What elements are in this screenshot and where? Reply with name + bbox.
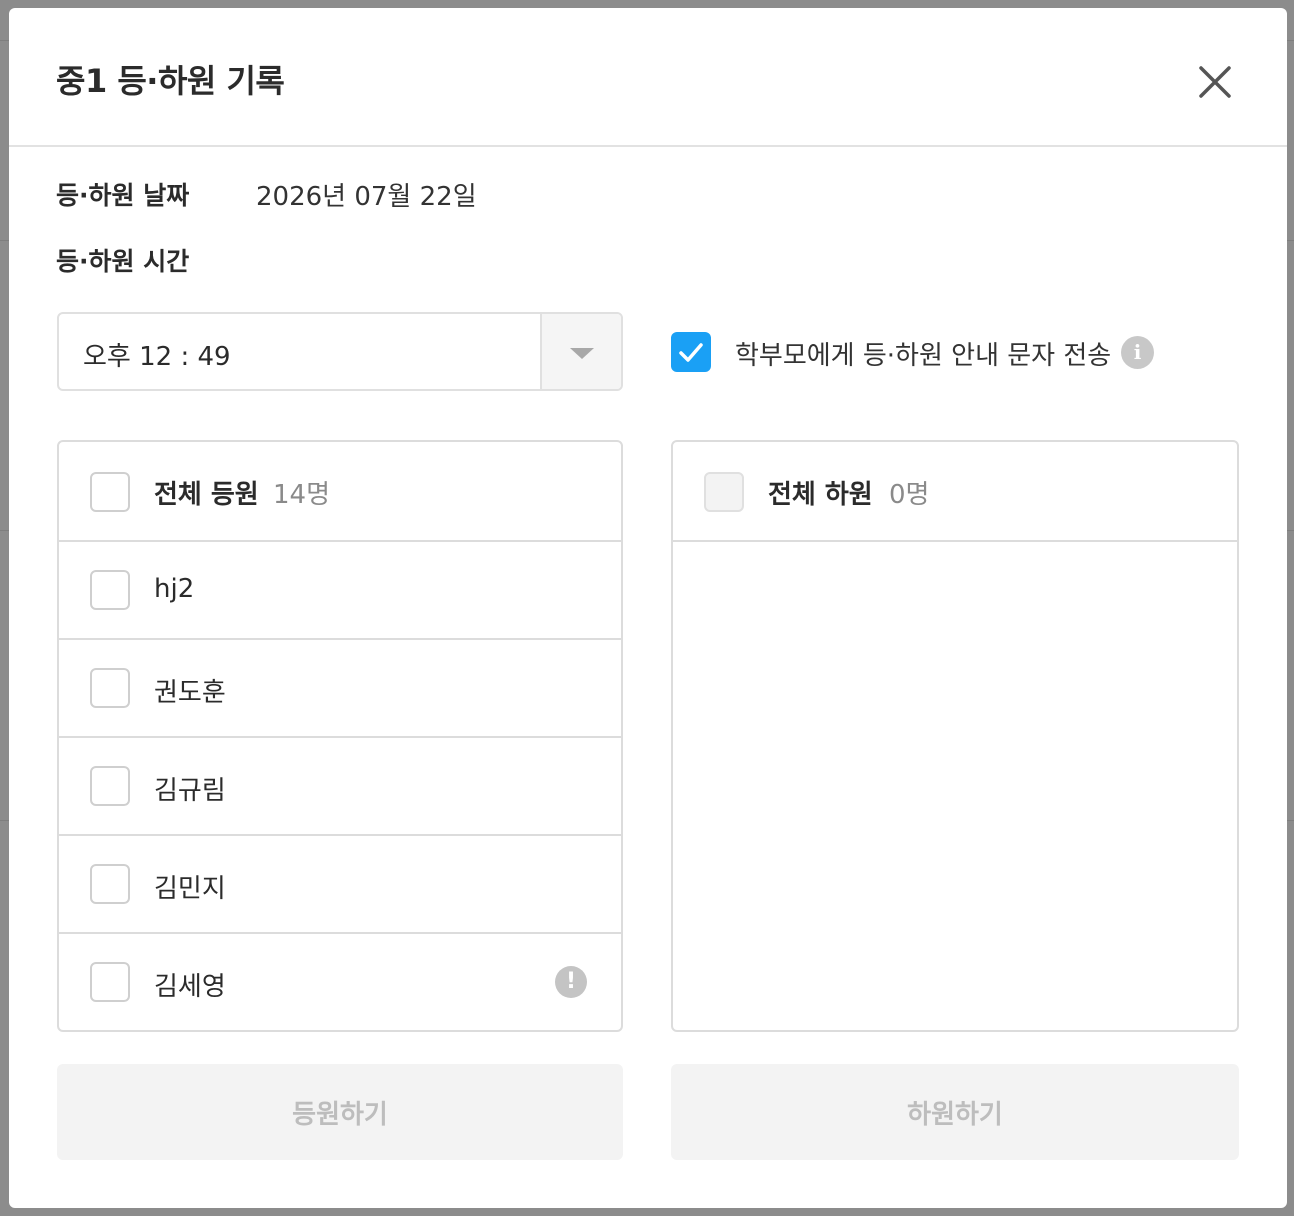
select-all-check-out-checkbox[interactable] xyxy=(704,472,744,512)
close-icon xyxy=(1199,66,1231,98)
check-out-panel-title: 전체 하원 xyxy=(768,480,873,510)
caret-down-icon xyxy=(570,348,594,359)
student-name: hj2 xyxy=(154,574,195,604)
student-name: 김민지 xyxy=(154,874,226,904)
modal-title: 중1 등·하원 기록 xyxy=(56,62,285,100)
check-out-count: 0명 xyxy=(889,480,930,510)
check-out-button[interactable]: 하원하기 xyxy=(671,1064,1239,1160)
student-row[interactable]: 김규림 xyxy=(59,738,621,836)
select-all-check-in-checkbox[interactable] xyxy=(90,472,130,512)
time-select-value: 오후 12 : 49 xyxy=(83,342,231,372)
close-button[interactable] xyxy=(1195,62,1235,102)
student-row[interactable]: 권도훈 xyxy=(59,640,621,738)
student-name: 김세영 xyxy=(154,972,226,1002)
date-value: 2026년 07월 22일 xyxy=(256,182,477,212)
time-select[interactable]: 오후 12 : 49 xyxy=(57,312,623,391)
check-out-panel: 전체 하원 0명 xyxy=(671,440,1239,1032)
check-in-panel: 전체 등원 14명 hj2 권도훈 김규림 김민지 김세영 ! xyxy=(57,440,623,1032)
student-checkbox[interactable] xyxy=(90,668,130,708)
time-label: 등·하원 시간 xyxy=(56,247,190,276)
check-out-panel-header: 전체 하원 0명 xyxy=(673,442,1237,542)
student-name: 권도훈 xyxy=(154,678,226,708)
student-checkbox[interactable] xyxy=(90,864,130,904)
sms-notify-checkbox[interactable] xyxy=(671,332,711,372)
warning-icon[interactable]: ! xyxy=(555,966,587,998)
attendance-modal: 중1 등·하원 기록 등·하원 날짜 2026년 07월 22일 등·하원 시간… xyxy=(9,8,1287,1208)
student-row[interactable]: hj2 xyxy=(59,542,621,640)
student-checkbox[interactable] xyxy=(90,570,130,610)
student-name: 김규림 xyxy=(154,776,226,806)
check-in-panel-title: 전체 등원 xyxy=(154,480,259,510)
check-icon xyxy=(679,343,703,362)
student-checkbox[interactable] xyxy=(90,766,130,806)
date-label: 등·하원 날짜 xyxy=(56,181,190,210)
info-icon[interactable]: i xyxy=(1121,336,1154,369)
student-row[interactable]: 김민지 xyxy=(59,836,621,934)
modal-header: 중1 등·하원 기록 xyxy=(9,8,1287,147)
sms-notify-label: 학부모에게 등·하원 안내 문자 전송 xyxy=(735,341,1112,371)
check-in-count: 14명 xyxy=(273,480,331,510)
student-checkbox[interactable] xyxy=(90,962,130,1002)
check-in-panel-header: 전체 등원 14명 xyxy=(59,442,621,542)
check-in-button[interactable]: 등원하기 xyxy=(57,1064,623,1160)
time-select-toggle[interactable] xyxy=(540,314,621,389)
student-row[interactable]: 김세영 ! xyxy=(59,934,621,1030)
